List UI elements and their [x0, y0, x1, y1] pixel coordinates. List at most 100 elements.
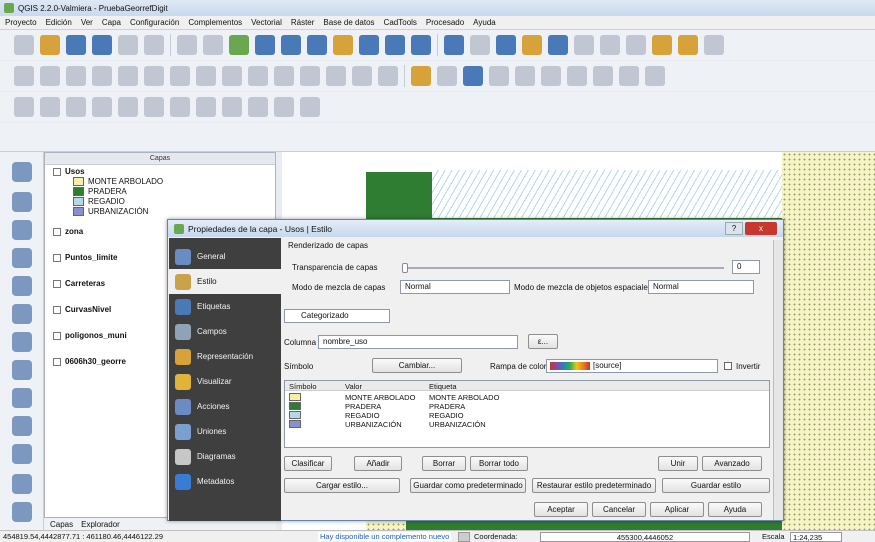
refresh-icon[interactable] [411, 35, 431, 55]
feature-blend-select[interactable]: Normal [648, 280, 754, 294]
pan-to-selection-icon[interactable] [229, 35, 249, 55]
sidebar-item-6[interactable]: Acciones [169, 394, 281, 419]
cad-tool-7-icon[interactable] [170, 97, 190, 117]
delete-button[interactable]: Borrar [422, 456, 466, 471]
cad-tool-4-icon[interactable] [92, 97, 112, 117]
add-delimited-text-icon[interactable] [12, 416, 32, 436]
zoom-selection-icon[interactable] [333, 35, 353, 55]
coordinate-value[interactable]: 455300,4446052 [540, 531, 750, 542]
menu-item-4[interactable]: Configuración [130, 18, 179, 27]
undo-icon[interactable] [14, 66, 34, 86]
menu-item-9[interactable]: CadTools [384, 18, 417, 27]
join-button[interactable]: Unir [658, 456, 698, 471]
plugin-update-link[interactable]: Hay disponible un complemento nuevo [318, 532, 452, 541]
menu-item-10[interactable]: Procesado [426, 18, 464, 27]
select-icon[interactable] [177, 35, 197, 55]
offset-curve-icon[interactable] [326, 66, 346, 86]
menu-item-6[interactable]: Vectorial [251, 18, 282, 27]
measure-icon[interactable] [600, 35, 620, 55]
layer-visibility-checkbox[interactable] [53, 357, 61, 366]
menu-item-0[interactable]: Proyecto [5, 18, 37, 27]
menu-item-1[interactable]: Edición [46, 18, 72, 27]
transparency-slider-handle[interactable] [402, 263, 408, 273]
zoom-out-icon[interactable] [281, 35, 301, 55]
menu-item-8[interactable]: Base de datos [323, 18, 374, 27]
apply-button[interactable]: Aplicar [650, 502, 704, 517]
layer-row[interactable]: Usos [53, 167, 85, 176]
save-edits-icon[interactable] [463, 66, 483, 86]
renderer-select[interactable]: Categorizado [284, 309, 390, 323]
dialog-scrollbar[interactable] [773, 240, 783, 520]
sidebar-item-3[interactable]: Campos [169, 319, 281, 344]
tab-layers[interactable]: Capas [50, 520, 73, 529]
open-project-icon[interactable] [40, 35, 60, 55]
sidebar-item-4[interactable]: Representación [169, 344, 281, 369]
column-select[interactable]: nombre_uso [318, 335, 518, 349]
new-gpx-icon[interactable] [12, 502, 32, 522]
layer-row[interactable]: zona [53, 227, 83, 236]
tab-browser[interactable]: Explorador [81, 520, 120, 529]
close-button[interactable]: x [745, 222, 777, 235]
add-wfs-layer-icon[interactable] [12, 388, 32, 408]
zoom-in-icon[interactable] [255, 35, 275, 55]
text-annotation-icon[interactable] [704, 35, 724, 55]
bookmark-icon[interactable] [652, 35, 672, 55]
add-mssql-layer-icon[interactable] [12, 276, 32, 296]
snap-icon[interactable] [92, 66, 112, 86]
menu-item-7[interactable]: Ráster [291, 18, 315, 27]
edit-icon[interactable] [437, 66, 457, 86]
toggle-editing-icon[interactable] [411, 66, 431, 86]
cancel-button[interactable]: Cancelar [592, 502, 646, 517]
layer-visibility-checkbox[interactable] [53, 167, 61, 176]
map-tips-icon[interactable] [626, 35, 646, 55]
menu-item-11[interactable]: Ayuda [473, 18, 496, 27]
sidebar-item-9[interactable]: Metadatos [169, 469, 281, 494]
save-default-button[interactable]: Guardar como predeterminado [410, 478, 526, 493]
new-bookmark-icon[interactable] [678, 35, 698, 55]
delete-ring-icon[interactable] [248, 66, 268, 86]
help-button[interactable]: ? [725, 222, 743, 235]
cad-tool-1-icon[interactable] [14, 97, 34, 117]
composer-manager-icon[interactable] [144, 35, 164, 55]
blend-select[interactable]: Normal [400, 280, 510, 294]
add-button[interactable]: Añadir [354, 456, 402, 471]
cad-tool-5-icon[interactable] [118, 97, 138, 117]
cad-tool-11-icon[interactable] [274, 97, 294, 117]
layer-row[interactable]: 0606h30_georre [53, 357, 126, 366]
paste-features-icon[interactable] [645, 66, 665, 86]
advanced-button[interactable]: Avanzado [702, 456, 762, 471]
zoom-layer-icon[interactable] [359, 35, 379, 55]
help-footer-button[interactable]: Ayuda [708, 502, 762, 517]
cad-tool-8-icon[interactable] [196, 97, 216, 117]
delete-part-icon[interactable] [274, 66, 294, 86]
open-attribute-table-icon[interactable] [470, 35, 490, 55]
sidebar-item-8[interactable]: Diagramas [169, 444, 281, 469]
sidebar-item-2[interactable]: Etiquetas [169, 294, 281, 319]
save-as-icon[interactable] [92, 35, 112, 55]
add-postgis-layer-icon[interactable] [12, 220, 32, 240]
cad-tool-6-icon[interactable] [144, 97, 164, 117]
add-part-icon[interactable] [222, 66, 242, 86]
layer-visibility-checkbox[interactable] [53, 227, 61, 236]
new-shapefile-icon[interactable] [12, 444, 32, 464]
change-symbol-button[interactable]: Cambiar... [372, 358, 462, 373]
sidebar-item-7[interactable]: Uniones [169, 419, 281, 444]
menu-item-5[interactable]: Complementos [188, 18, 242, 27]
transparency-value[interactable]: 0 [732, 260, 760, 274]
add-vector-layer-icon[interactable] [12, 162, 32, 182]
copy-features-icon[interactable] [619, 66, 639, 86]
new-spatialite-icon[interactable] [12, 474, 32, 494]
reshape-icon[interactable] [300, 66, 320, 86]
move-node-icon[interactable] [515, 66, 535, 86]
layer-visibility-checkbox[interactable] [53, 279, 61, 288]
select-features-icon[interactable] [496, 35, 516, 55]
scale-select[interactable]: 1:24,235 [790, 531, 842, 542]
delete-selected-icon[interactable] [567, 66, 587, 86]
add-wcs-layer-icon[interactable] [12, 360, 32, 380]
attribute-table-icon[interactable] [574, 35, 594, 55]
coord-toggle-icon[interactable] [458, 531, 470, 542]
cad-tool-9-icon[interactable] [222, 97, 242, 117]
load-style-button[interactable]: Cargar estilo... [284, 478, 400, 493]
ok-button[interactable]: Aceptar [534, 502, 588, 517]
rotate-feature-icon[interactable] [144, 66, 164, 86]
